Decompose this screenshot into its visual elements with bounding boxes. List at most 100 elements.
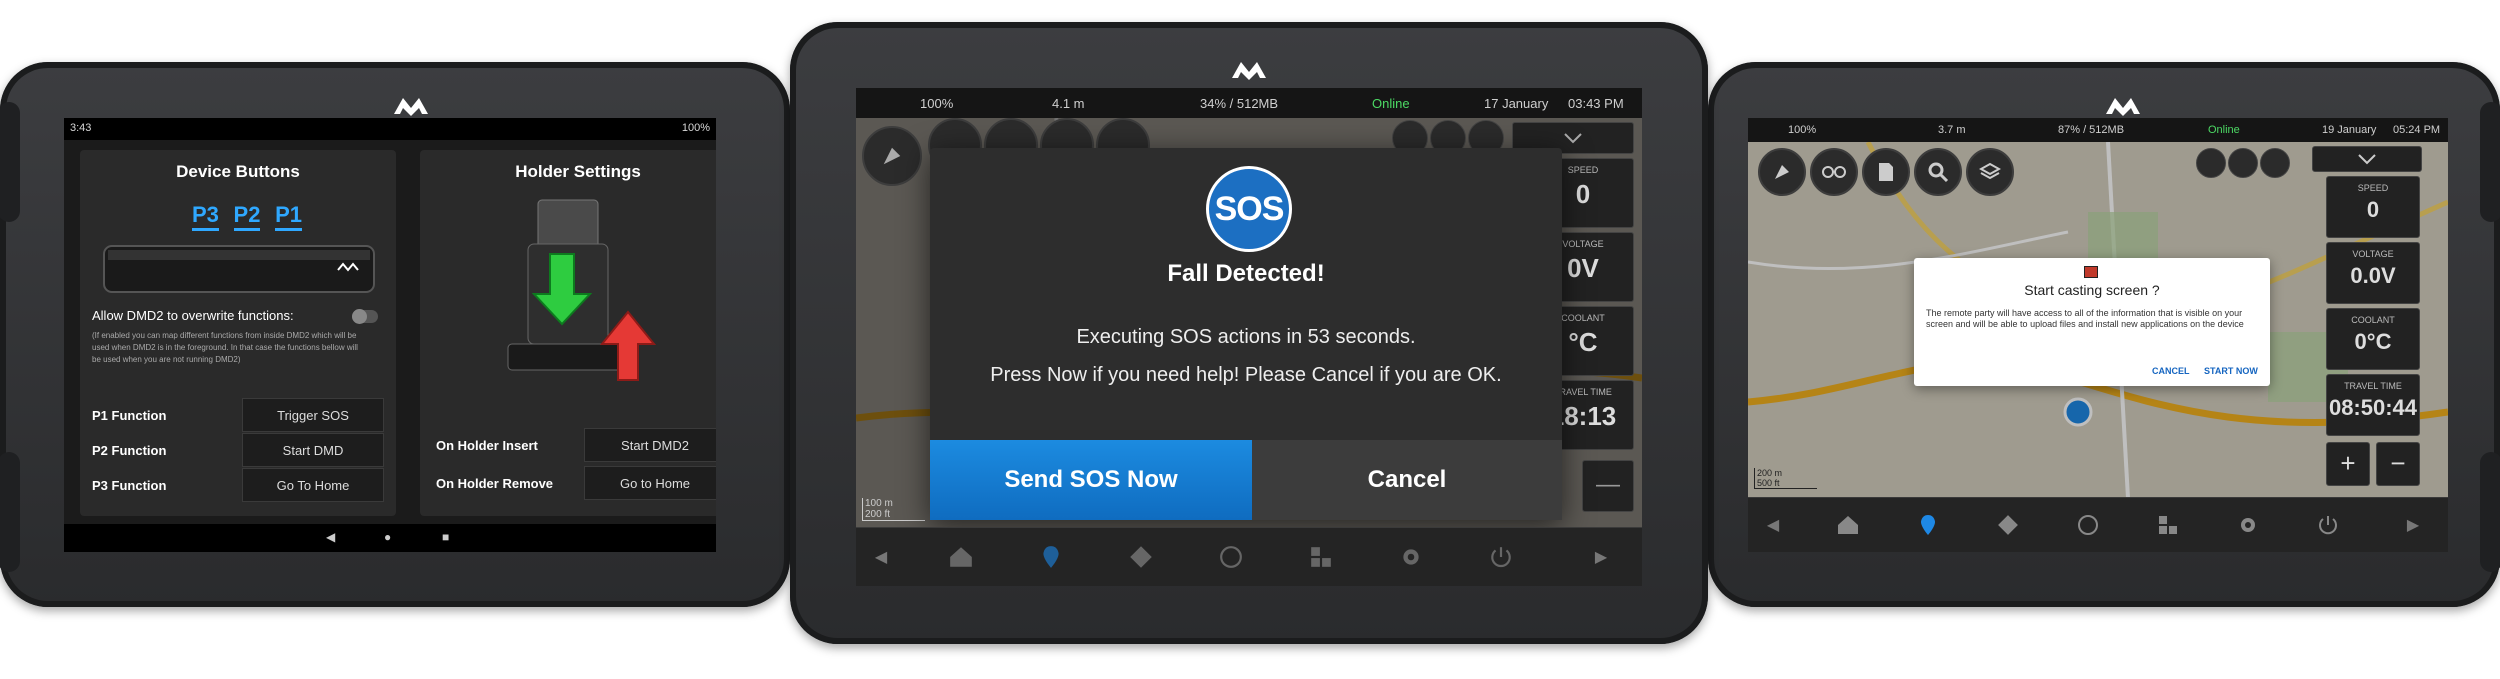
compass-icon[interactable]	[1758, 148, 1806, 196]
compass-icon[interactable]	[862, 126, 922, 186]
dmd-status-bar: 100% 3.7 m 87% / 512MB Online 19 January…	[1748, 118, 2448, 142]
brand-logo-icon	[394, 98, 428, 116]
holder-insert-label: On Holder Insert	[436, 438, 538, 453]
nav-left-arrow-icon[interactable]: ◀	[1748, 498, 1798, 552]
status-time: 03:43 PM	[1568, 96, 1624, 111]
right-screen: 100% 3.7 m 87% / 512MB Online 19 January…	[1748, 118, 2448, 552]
p2-function-button[interactable]: Start DMD	[242, 433, 384, 467]
apps-icon[interactable]	[1276, 528, 1366, 586]
route-icon[interactable]	[2196, 148, 2226, 178]
cast-dialog-body: The remote party will have access to all…	[1926, 308, 2244, 329]
settings-icon[interactable]	[2208, 498, 2288, 552]
layers-icon[interactable]	[1966, 148, 2014, 196]
allow-overwrite-label: Allow DMD2 to overwrite functions:	[92, 308, 294, 323]
holder-insert-button[interactable]: Start DMD2	[584, 428, 716, 462]
dashboard-gauge-icon[interactable]	[2048, 498, 2128, 552]
key-p2: P2	[233, 202, 261, 231]
directions-icon[interactable]	[1968, 498, 2048, 552]
home-icon[interactable]	[916, 528, 1006, 586]
directions-icon[interactable]	[1096, 528, 1186, 586]
status-time: 05:24 PM	[2393, 124, 2441, 136]
left-screen: 3:43 100% Device Buttons P3 P2 P1 Allow …	[64, 118, 716, 552]
chevron-down-icon[interactable]	[2312, 146, 2422, 172]
status-date: 19 January	[2322, 124, 2377, 136]
key-labels: P3 P2 P1	[192, 202, 302, 231]
cast-screen-dialog: Start casting screen ? The remote party …	[1914, 258, 2270, 386]
zoom-in-button[interactable]: +	[2326, 442, 2370, 486]
home-icon[interactable]	[1808, 498, 1888, 552]
right-tablet: 100% 3.7 m 87% / 512MB Online 19 January…	[1708, 62, 2500, 607]
network-status: Online	[1372, 96, 1410, 111]
p3-function-button[interactable]: Go To Home	[242, 468, 384, 502]
nav-left-arrow-icon[interactable]: ◀	[856, 528, 906, 586]
left-tablet: 3:43 100% Device Buttons P3 P2 P1 Allow …	[0, 62, 790, 607]
apps-icon[interactable]	[2128, 498, 2208, 552]
dashboard-gauge-icon[interactable]	[1186, 528, 1276, 586]
map-scale: 100 m 200 ft	[862, 498, 925, 521]
location-pin-icon[interactable]	[1888, 498, 1968, 552]
nav-recents-icon[interactable]: ■	[442, 530, 449, 544]
allow-overwrite-help: (If enabled you can map different functi…	[92, 331, 358, 364]
dmd-status-bar: 100% 4.1 m 34% / 512MB Online 17 January…	[856, 88, 1642, 118]
cast-icon	[2084, 266, 2098, 278]
lock-icon[interactable]	[2228, 148, 2258, 178]
power-icon[interactable]	[1456, 528, 1546, 586]
holder-settings-title: Holder Settings	[515, 162, 641, 181]
cast-start-now-button[interactable]: START NOW	[2204, 366, 2258, 376]
battery-status: 100%	[920, 96, 954, 111]
device-buttons-card: Device Buttons P3 P2 P1 Allow DMD2 to ov…	[80, 150, 396, 516]
map-view[interactable]: SPEED 0 VOLTAGE 0.0V COOLANT 0°C TRAVEL TIM…	[1748, 142, 2448, 498]
p3-function-label: P3 Function	[92, 478, 167, 493]
brand-logo-icon	[1232, 62, 1266, 80]
settings-gear-icon[interactable]	[2260, 148, 2290, 178]
power-icon[interactable]	[2288, 498, 2368, 552]
record-icon[interactable]	[1810, 148, 1858, 196]
device-buttons-title: Device Buttons	[176, 162, 300, 181]
p2-function-label: P2 Function	[92, 443, 167, 458]
android-nav-bar: ◀ ● ■	[64, 524, 716, 552]
nav-right-arrow-icon[interactable]: ▶	[2388, 498, 2438, 552]
memory-usage: 34% / 512MB	[1200, 96, 1279, 111]
location-pin-icon[interactable]	[1006, 528, 1096, 586]
send-sos-button[interactable]: Send SOS Now	[930, 440, 1252, 520]
gpx-file-icon[interactable]	[1862, 148, 1910, 196]
android-status-bar: 3:43 100%	[64, 118, 716, 140]
voltage-tile: VOLTAGE 0.0V	[2326, 242, 2420, 304]
holder-remove-button[interactable]: Go to Home	[584, 466, 716, 500]
gps-accuracy: 4.1 m	[1052, 96, 1085, 111]
map-scale: 200 m 500 ft	[1754, 468, 1817, 489]
search-icon[interactable]	[1914, 148, 1962, 196]
nav-home-icon[interactable]: ●	[384, 530, 391, 544]
zoom-out-button[interactable]: —	[1582, 460, 1634, 512]
key-p1: P1	[275, 202, 302, 231]
cancel-button[interactable]: Cancel	[1252, 440, 1562, 520]
gps-accuracy: 3.7 m	[1938, 124, 1966, 136]
cast-dialog-title: Start casting screen ?	[2024, 282, 2160, 298]
status-time: 3:43	[70, 122, 92, 134]
status-date: 17 January	[1484, 96, 1549, 111]
sos-dialog: SOS Fall Detected! Executing SOS actions…	[930, 148, 1562, 520]
device-illustration-icon	[103, 245, 375, 293]
settings-icon[interactable]	[1366, 528, 1456, 586]
center-tablet: 100% 4.1 m 34% / 512MB Online 17 January…	[790, 22, 1708, 644]
sos-countdown-text: Executing SOS actions in 53 seconds.	[1076, 326, 1416, 348]
nav-right-arrow-icon[interactable]: ▶	[1576, 528, 1626, 586]
zoom-out-button[interactable]: −	[2376, 442, 2420, 486]
speed-tile: SPEED 0	[2326, 176, 2420, 238]
holder-settings-card: Holder Settings On Holder Insert Start D…	[420, 150, 716, 516]
allow-overwrite-toggle[interactable]	[352, 309, 378, 324]
bottom-nav-bar: ◀ ▶	[1748, 497, 2448, 552]
cast-cancel-button[interactable]: CANCEL	[2152, 366, 2190, 376]
bottom-nav-bar: ◀ ▶	[856, 527, 1642, 586]
holder-illustration-icon	[507, 199, 657, 381]
memory-usage: 87% / 512MB	[2058, 124, 2125, 136]
key-p3: P3	[192, 202, 219, 231]
sos-dialog-title: Fall Detected!	[1167, 260, 1325, 287]
p1-function-button[interactable]: Trigger SOS	[242, 398, 384, 432]
travel-time-tile: TRAVEL TIME 08:50:44	[2326, 374, 2420, 436]
brand-logo-icon	[2106, 98, 2140, 116]
nav-back-icon[interactable]: ◀	[326, 530, 335, 544]
center-screen: 100% 4.1 m 34% / 512MB Online 17 January…	[856, 88, 1642, 586]
sos-badge-icon: SOS	[1206, 166, 1292, 252]
battery-status: 100%	[1788, 124, 1817, 136]
